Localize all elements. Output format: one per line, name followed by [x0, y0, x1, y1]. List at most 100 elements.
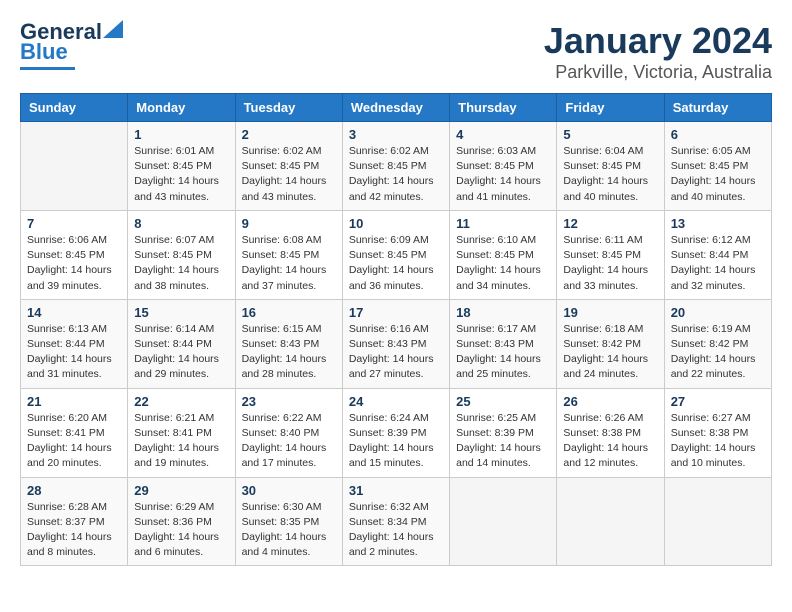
calendar-cell: 8 Sunrise: 6:07 AM Sunset: 8:45 PM Daylig…	[128, 210, 235, 299]
day-info: Sunrise: 6:01 AM Sunset: 8:45 PM Dayligh…	[134, 144, 228, 205]
day-number: 4	[456, 127, 550, 142]
day-number: 17	[349, 305, 443, 320]
calendar-cell	[557, 477, 664, 566]
day-info: Sunrise: 6:22 AM Sunset: 8:40 PM Dayligh…	[242, 411, 336, 472]
calendar-header-sunday: Sunday	[21, 94, 128, 122]
calendar-cell: 24Sunrise: 6:24 AM Sunset: 8:39 PM Dayli…	[342, 388, 449, 477]
calendar-cell: 1 Sunrise: 6:01 AM Sunset: 8:45 PM Daylig…	[128, 122, 235, 211]
day-info: Sunrise: 6:02 AM Sunset: 8:45 PM Dayligh…	[349, 144, 443, 205]
day-number: 20	[671, 305, 765, 320]
day-number: 29	[134, 483, 228, 498]
day-info: Sunrise: 6:28 AM Sunset: 8:37 PM Dayligh…	[27, 500, 121, 561]
day-number: 15	[134, 305, 228, 320]
calendar-header-tuesday: Tuesday	[235, 94, 342, 122]
calendar-cell: 14 Sunrise: 6:13 AM Sunset: 8:44 PM Dayli…	[21, 299, 128, 388]
day-number: 16	[242, 305, 336, 320]
calendar-cell: 21Sunrise: 6:20 AM Sunset: 8:41 PM Dayli…	[21, 388, 128, 477]
day-number: 18	[456, 305, 550, 320]
calendar-cell: 29Sunrise: 6:29 AM Sunset: 8:36 PM Dayli…	[128, 477, 235, 566]
day-info: Sunrise: 6:26 AM Sunset: 8:38 PM Dayligh…	[563, 411, 657, 472]
day-number: 1	[134, 127, 228, 142]
calendar-cell: 15 Sunrise: 6:14 AM Sunset: 8:44 PM Dayli…	[128, 299, 235, 388]
calendar-header-friday: Friday	[557, 94, 664, 122]
calendar-cell: 3 Sunrise: 6:02 AM Sunset: 8:45 PM Daylig…	[342, 122, 449, 211]
calendar-cell: 19 Sunrise: 6:18 AM Sunset: 8:42 PM Dayli…	[557, 299, 664, 388]
calendar-week-5: 28 Sunrise: 6:28 AM Sunset: 8:37 PM Dayli…	[21, 477, 772, 566]
logo-icon	[103, 20, 123, 38]
calendar-cell: 7Sunrise: 6:06 AM Sunset: 8:45 PM Daylig…	[21, 210, 128, 299]
calendar-cell: 27 Sunrise: 6:27 AM Sunset: 8:38 PM Dayli…	[664, 388, 771, 477]
day-number: 6	[671, 127, 765, 142]
day-number: 14	[27, 305, 121, 320]
day-info: Sunrise: 6:18 AM Sunset: 8:42 PM Dayligh…	[563, 322, 657, 383]
calendar-cell: 31 Sunrise: 6:32 AM Sunset: 8:34 PM Dayli…	[342, 477, 449, 566]
calendar-cell: 13 Sunrise: 6:12 AM Sunset: 8:44 PM Dayli…	[664, 210, 771, 299]
title-area: January 2024 Parkville, Victoria, Austra…	[544, 20, 772, 83]
day-info: Sunrise: 6:24 AM Sunset: 8:39 PM Dayligh…	[349, 411, 443, 472]
page-title: January 2024	[544, 20, 772, 62]
day-info: Sunrise: 6:11 AM Sunset: 8:45 PM Dayligh…	[563, 233, 657, 294]
day-number: 11	[456, 216, 550, 231]
day-number: 9	[242, 216, 336, 231]
day-number: 23	[242, 394, 336, 409]
day-number: 31	[349, 483, 443, 498]
day-number: 8	[134, 216, 228, 231]
calendar-cell: 28 Sunrise: 6:28 AM Sunset: 8:37 PM Dayli…	[21, 477, 128, 566]
day-number: 2	[242, 127, 336, 142]
day-info: Sunrise: 6:21 AM Sunset: 8:41 PM Dayligh…	[134, 411, 228, 472]
calendar-cell: 25Sunrise: 6:25 AM Sunset: 8:39 PM Dayli…	[450, 388, 557, 477]
calendar-cell: 23 Sunrise: 6:22 AM Sunset: 8:40 PM Dayli…	[235, 388, 342, 477]
day-info: Sunrise: 6:27 AM Sunset: 8:38 PM Dayligh…	[671, 411, 765, 472]
day-number: 13	[671, 216, 765, 231]
day-info: Sunrise: 6:08 AM Sunset: 8:45 PM Dayligh…	[242, 233, 336, 294]
calendar-week-2: 7Sunrise: 6:06 AM Sunset: 8:45 PM Daylig…	[21, 210, 772, 299]
day-number: 30	[242, 483, 336, 498]
day-info: Sunrise: 6:16 AM Sunset: 8:43 PM Dayligh…	[349, 322, 443, 383]
calendar-cell: 6 Sunrise: 6:05 AM Sunset: 8:45 PM Daylig…	[664, 122, 771, 211]
day-info: Sunrise: 6:09 AM Sunset: 8:45 PM Dayligh…	[349, 233, 443, 294]
calendar-week-3: 14 Sunrise: 6:13 AM Sunset: 8:44 PM Dayli…	[21, 299, 772, 388]
logo-underline	[20, 67, 75, 70]
calendar-cell: 5 Sunrise: 6:04 AM Sunset: 8:45 PM Daylig…	[557, 122, 664, 211]
logo-text-blue: Blue	[20, 40, 68, 64]
day-number: 3	[349, 127, 443, 142]
page-subtitle: Parkville, Victoria, Australia	[544, 62, 772, 83]
day-info: Sunrise: 6:04 AM Sunset: 8:45 PM Dayligh…	[563, 144, 657, 205]
day-number: 5	[563, 127, 657, 142]
calendar-cell: 12Sunrise: 6:11 AM Sunset: 8:45 PM Dayli…	[557, 210, 664, 299]
day-info: Sunrise: 6:12 AM Sunset: 8:44 PM Dayligh…	[671, 233, 765, 294]
calendar-header-saturday: Saturday	[664, 94, 771, 122]
calendar-header-monday: Monday	[128, 94, 235, 122]
calendar-cell: 16 Sunrise: 6:15 AM Sunset: 8:43 PM Dayli…	[235, 299, 342, 388]
calendar-header-thursday: Thursday	[450, 94, 557, 122]
calendar-cell	[664, 477, 771, 566]
logo: General Blue	[20, 20, 123, 70]
day-info: Sunrise: 6:15 AM Sunset: 8:43 PM Dayligh…	[242, 322, 336, 383]
day-info: Sunrise: 6:07 AM Sunset: 8:45 PM Dayligh…	[134, 233, 228, 294]
day-info: Sunrise: 6:14 AM Sunset: 8:44 PM Dayligh…	[134, 322, 228, 383]
day-number: 22	[134, 394, 228, 409]
calendar-cell: 11Sunrise: 6:10 AM Sunset: 8:45 PM Dayli…	[450, 210, 557, 299]
day-info: Sunrise: 6:20 AM Sunset: 8:41 PM Dayligh…	[27, 411, 121, 472]
calendar-cell: 17 Sunrise: 6:16 AM Sunset: 8:43 PM Dayli…	[342, 299, 449, 388]
calendar-cell: 9 Sunrise: 6:08 AM Sunset: 8:45 PM Daylig…	[235, 210, 342, 299]
calendar-cell: 10Sunrise: 6:09 AM Sunset: 8:45 PM Dayli…	[342, 210, 449, 299]
calendar-cell: 18Sunrise: 6:17 AM Sunset: 8:43 PM Dayli…	[450, 299, 557, 388]
calendar-header-wednesday: Wednesday	[342, 94, 449, 122]
calendar-week-4: 21Sunrise: 6:20 AM Sunset: 8:41 PM Dayli…	[21, 388, 772, 477]
day-number: 27	[671, 394, 765, 409]
day-number: 19	[563, 305, 657, 320]
day-info: Sunrise: 6:13 AM Sunset: 8:44 PM Dayligh…	[27, 322, 121, 383]
day-info: Sunrise: 6:32 AM Sunset: 8:34 PM Dayligh…	[349, 500, 443, 561]
day-number: 28	[27, 483, 121, 498]
calendar-cell: 22 Sunrise: 6:21 AM Sunset: 8:41 PM Dayli…	[128, 388, 235, 477]
day-info: Sunrise: 6:06 AM Sunset: 8:45 PM Dayligh…	[27, 233, 121, 294]
day-info: Sunrise: 6:25 AM Sunset: 8:39 PM Dayligh…	[456, 411, 550, 472]
day-info: Sunrise: 6:30 AM Sunset: 8:35 PM Dayligh…	[242, 500, 336, 561]
day-info: Sunrise: 6:05 AM Sunset: 8:45 PM Dayligh…	[671, 144, 765, 205]
header: General Blue January 2024 Parkville, Vic…	[20, 20, 772, 83]
calendar-cell: 20Sunrise: 6:19 AM Sunset: 8:42 PM Dayli…	[664, 299, 771, 388]
calendar-cell	[21, 122, 128, 211]
day-info: Sunrise: 6:03 AM Sunset: 8:45 PM Dayligh…	[456, 144, 550, 205]
day-info: Sunrise: 6:02 AM Sunset: 8:45 PM Dayligh…	[242, 144, 336, 205]
